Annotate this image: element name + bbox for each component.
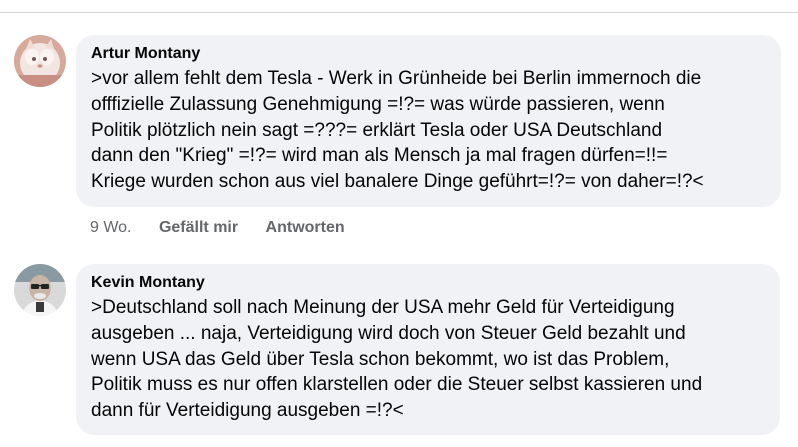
avatar-man-image xyxy=(14,264,66,316)
avatar[interactable] xyxy=(14,35,66,87)
comment-time[interactable]: 9 Wo. xyxy=(90,218,132,238)
comment-author[interactable]: Artur Montany xyxy=(91,44,767,64)
top-divider xyxy=(0,12,798,13)
comment-bubble: Artur Montany >vor allem fehlt dem Tesla… xyxy=(76,35,781,207)
comment-actions: 9 Wo. Gefällt mir Antworten xyxy=(90,218,368,238)
avatar-cat-image xyxy=(14,35,66,87)
comment-text: >Deutschland soll nach Meinung der USA m… xyxy=(91,297,703,422)
reply-button[interactable]: Antworten xyxy=(266,218,345,238)
avatar[interactable] xyxy=(14,264,66,316)
comment-text: >vor allem fehlt dem Tesla - Werk in Grü… xyxy=(91,68,704,193)
like-button[interactable]: Gefällt mir xyxy=(159,218,238,238)
comment-bubble: Kevin Montany >Deutschland soll nach Mei… xyxy=(76,264,780,435)
comment-author[interactable]: Kevin Montany xyxy=(91,273,766,293)
